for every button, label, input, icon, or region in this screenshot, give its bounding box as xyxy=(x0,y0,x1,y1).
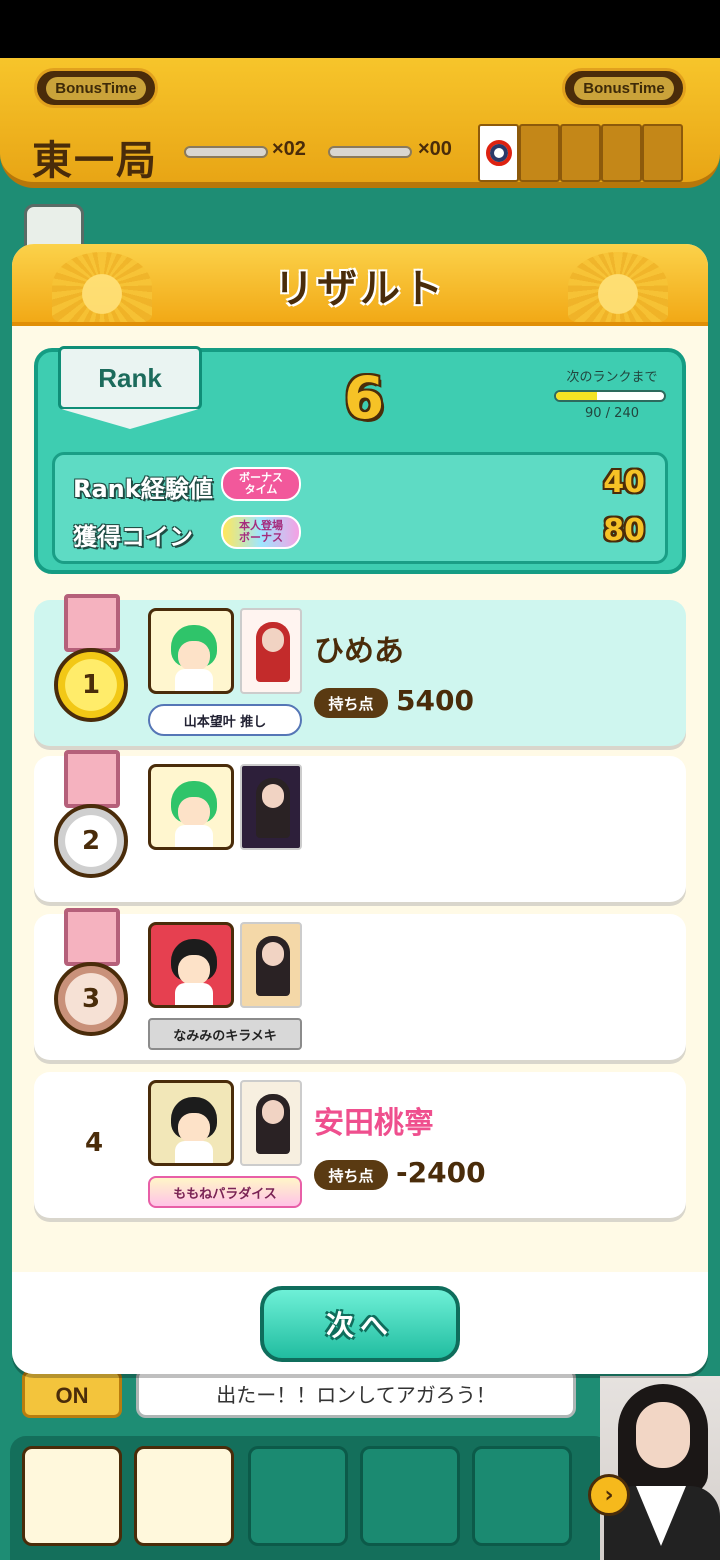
tray-character-slot[interactable] xyxy=(22,1446,122,1546)
rank-number: 4 xyxy=(84,1128,104,1158)
silver-medal-icon: 2 xyxy=(54,804,128,878)
coin-value: 80 xyxy=(603,513,645,548)
ribbon-icon xyxy=(64,750,120,808)
rank-exp-value: 40 xyxy=(603,465,645,500)
tray-empty-slot[interactable] xyxy=(248,1446,348,1546)
player-title-plate: なみみのキラメキ xyxy=(148,1018,302,1050)
rank-exp-label: Rank経験値 xyxy=(73,475,213,503)
round-label: 東一局 xyxy=(32,138,158,184)
player-row: 1 ひめあ 持ち点 5400 山本望叶 推し xyxy=(34,594,686,746)
tray-empty-slot[interactable] xyxy=(472,1446,572,1546)
next-button[interactable]: 次へ xyxy=(260,1286,460,1362)
rank-value: 6 xyxy=(343,364,385,432)
modal-title: リザルト xyxy=(274,266,446,312)
next-rank-label: 次のランクまで xyxy=(566,370,658,385)
rank-panel: Rank 6 次のランクまで 90 / 240 Rank経験値 ボーナス タイム… xyxy=(34,346,686,574)
member-card xyxy=(240,1080,302,1166)
avatar xyxy=(148,608,234,694)
bonus-time-badge-right: BonusTime xyxy=(562,68,686,108)
game-top-bar: BonusTime BonusTime 東一局 ×02 ×00 xyxy=(0,58,720,188)
member-card xyxy=(240,922,302,1008)
appearance-bonus-tag: 本人登場 ボーナス xyxy=(221,515,301,549)
player-title-plate: 山本望叶 推し xyxy=(148,704,302,736)
player-name: 安田桃寧 xyxy=(314,1106,434,1141)
avatar xyxy=(148,922,234,1008)
rank-badge: Rank xyxy=(58,346,202,429)
points-badge: 持ち点 xyxy=(314,1160,388,1190)
avatar xyxy=(148,1080,234,1166)
player-points: 5400 xyxy=(396,684,474,717)
points-badge: 持ち点 xyxy=(314,688,388,718)
ribbon-icon xyxy=(64,908,120,966)
tray-character-slot[interactable] xyxy=(134,1446,234,1546)
modal-footer: 次へ xyxy=(12,1272,708,1374)
avatar xyxy=(148,764,234,850)
ribbon-icon xyxy=(64,594,120,652)
dora-indicator xyxy=(478,124,683,182)
hidden-tile xyxy=(601,124,642,182)
coin-label: 獲得コイン xyxy=(73,523,193,551)
member-card xyxy=(240,608,302,694)
riichi-stick-icon xyxy=(328,146,412,158)
hidden-tile xyxy=(519,124,560,182)
rank-progress-fill xyxy=(556,392,597,400)
hidden-tile xyxy=(560,124,601,182)
status-bar xyxy=(0,0,720,58)
speech-bubble: 出たー！！ロンしてアガろう！ xyxy=(136,1368,576,1418)
gold-medal-icon: 1 xyxy=(54,648,128,722)
member-photo xyxy=(600,1376,720,1560)
honba-count: ×02 xyxy=(272,138,306,160)
player-row: 3 なみみのキラメキ xyxy=(34,908,686,1060)
player-points: -2400 xyxy=(396,1156,486,1189)
hidden-tile xyxy=(642,124,683,182)
bronze-medal-icon: 3 xyxy=(54,962,128,1036)
auto-toggle-button[interactable]: ON xyxy=(22,1370,122,1418)
riichi-count: ×00 xyxy=(418,138,452,160)
tray-empty-slot[interactable] xyxy=(360,1446,460,1546)
pin-tile-icon xyxy=(485,140,512,166)
player-title-plate: ももねパラダイス xyxy=(148,1176,302,1208)
modal-header: リザルト xyxy=(12,244,708,326)
honba-stick-icon xyxy=(184,146,268,158)
rank-progress-bar xyxy=(554,390,666,402)
player-row: 4 安田桃寧 持ち点 -2400 ももねパラダイス xyxy=(34,1072,686,1218)
reward-box: Rank経験値 ボーナス タイム 40 獲得コイン 本人登場 ボーナス 80 xyxy=(52,452,668,564)
bonus-time-tag: ボーナス タイム xyxy=(221,467,301,501)
player-row: 2 xyxy=(34,750,686,902)
game-screen: BonusTime BonusTime 東一局 ×02 ×00 ON 出たー！！… xyxy=(0,0,720,1560)
chevron-right-icon[interactable]: › xyxy=(588,1474,630,1516)
result-modal: リザルト Rank 6 次のランクまで 90 / 240 Rank経験値 ボーナ… xyxy=(12,244,708,1374)
bonus-time-badge-left: BonusTime xyxy=(34,68,158,108)
member-card xyxy=(240,764,302,850)
rank-progress-text: 90 / 240 xyxy=(585,406,639,421)
player-name: ひめあ xyxy=(314,634,404,669)
dora-tile xyxy=(478,124,519,182)
